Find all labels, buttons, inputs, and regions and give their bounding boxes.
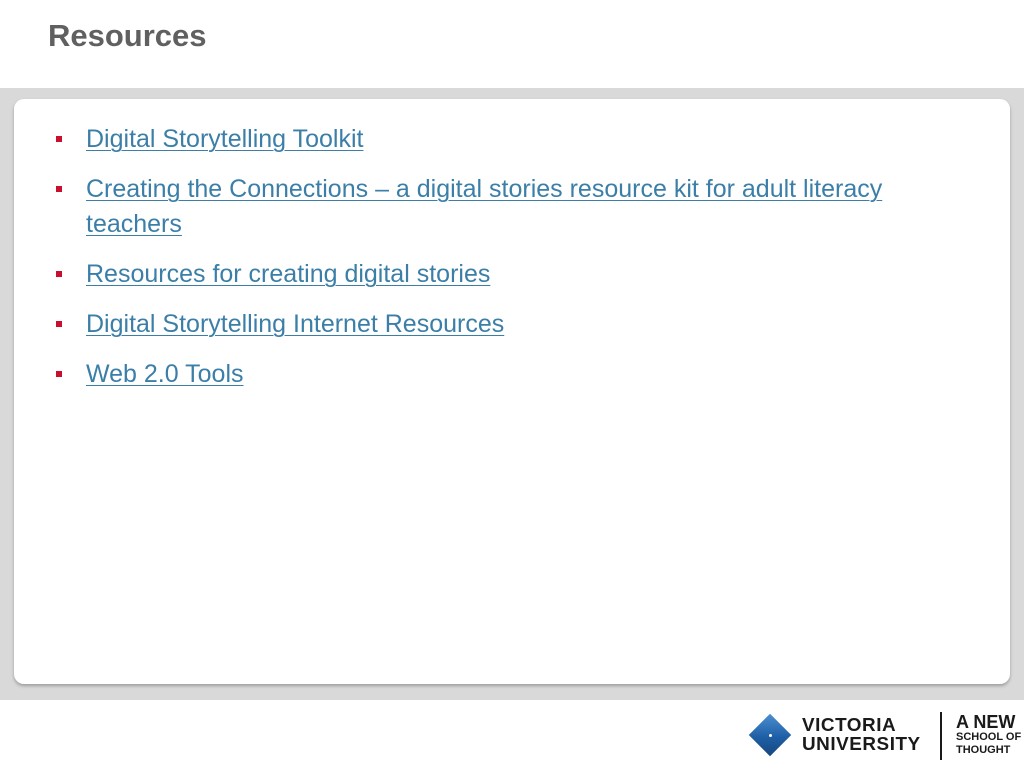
title-bar: Resources xyxy=(0,0,1024,88)
link-web-2-0-tools[interactable]: Web 2.0 Tools xyxy=(86,360,244,388)
tagline-line-3: THOUGHT xyxy=(956,744,1011,756)
list-item: Web 2.0 Tools xyxy=(0,357,1000,392)
resource-link-list: Digital Storytelling Toolkit Creating th… xyxy=(0,122,1000,407)
list-item: Digital Storytelling Internet Resources xyxy=(0,307,1000,342)
list-item: Creating the Connections – a digital sto… xyxy=(0,172,1000,242)
logo-name-line-2: UNIVERSITY xyxy=(802,734,921,754)
logo-dot xyxy=(769,734,772,737)
bullet-icon xyxy=(56,186,62,192)
list-item: Digital Storytelling Toolkit xyxy=(0,122,1000,157)
tagline-line-1: A NEW xyxy=(956,712,1016,732)
university-logo-name: VICTORIA UNIVERSITY xyxy=(802,716,921,754)
logo-divider xyxy=(940,712,942,760)
tagline-line-2: SCHOOL OF xyxy=(956,731,1022,743)
list-item: Resources for creating digital stories xyxy=(0,257,1000,292)
bullet-icon xyxy=(56,371,62,377)
slide-title: Resources xyxy=(48,18,207,53)
link-digital-storytelling-toolkit[interactable]: Digital Storytelling Toolkit xyxy=(86,125,363,153)
bullet-icon xyxy=(56,321,62,327)
logo-name-line-1: VICTORIA xyxy=(802,715,897,735)
bullet-icon xyxy=(56,136,62,142)
link-digital-storytelling-internet-resources[interactable]: Digital Storytelling Internet Resources xyxy=(86,310,504,338)
logo-tagline: A NEW SCHOOL OF THOUGHT xyxy=(956,712,1022,757)
link-resources-for-creating-digital-stories[interactable]: Resources for creating digital stories xyxy=(86,260,490,288)
bullet-icon xyxy=(56,271,62,277)
link-creating-the-connections[interactable]: Creating the Connections – a digital sto… xyxy=(86,175,882,238)
